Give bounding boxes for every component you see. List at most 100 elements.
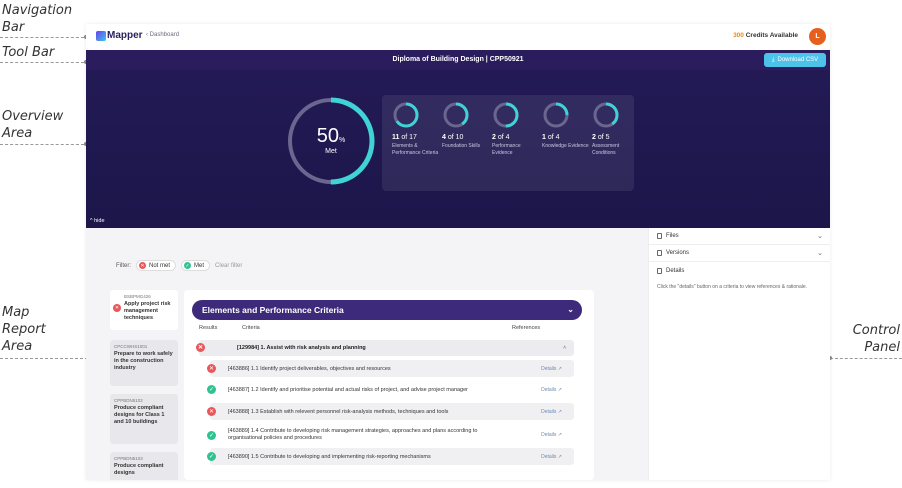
download-csv-label: Download CSV bbox=[777, 57, 819, 63]
stat-value: 2 of 5 bbox=[592, 134, 640, 141]
filter-not-met-chip[interactable]: ✕ Not met bbox=[136, 260, 177, 271]
details-hint: Click the "details" button on a criteria… bbox=[657, 284, 808, 290]
unit-item-bsbpmg426[interactable]: ✕ BSBPMG426 Apply project risk managemen… bbox=[110, 290, 178, 330]
annotation-navigation-bar: Navigation Bar bbox=[2, 2, 78, 36]
annotation-tool-bar: Tool Bar bbox=[2, 45, 55, 60]
stat-ring bbox=[593, 102, 619, 128]
stat-of: of 4 bbox=[547, 134, 560, 141]
column-criteria: Criteria bbox=[242, 325, 260, 331]
details-heading: Details bbox=[666, 267, 685, 274]
hide-label: hide bbox=[94, 218, 105, 224]
unit-name: Prepare to work safely in the constructi… bbox=[114, 351, 173, 371]
criteria-row: ✓ [463887] 1.2 Identify and prioritise p… bbox=[207, 381, 574, 398]
stat-ring bbox=[393, 102, 419, 128]
stat-value: 4 of 10 bbox=[442, 134, 490, 141]
overall-percent: 50% bbox=[286, 125, 376, 148]
details-label: Details bbox=[541, 408, 557, 415]
element-heading-text: [129984] 1. Assist with risk analysis an… bbox=[237, 345, 366, 351]
criteria-row: ✓ [463890] 1.5 Contribute to developing … bbox=[207, 448, 574, 465]
credits-label: Credits Available bbox=[745, 32, 798, 39]
stat-of: of 17 bbox=[401, 134, 417, 141]
met-icon: ✓ bbox=[207, 452, 216, 461]
chevron-up-icon: ˄ bbox=[563, 345, 566, 351]
stat-knowledge-evidence: 1 of 4 Knowledge Evidence bbox=[542, 101, 590, 150]
stat-performance-evidence: 2 of 4 Performance Evidence bbox=[492, 101, 540, 156]
qualification-title: Diploma of Building Design | CPP50921 bbox=[392, 56, 524, 63]
breadcrumb[interactable]: ‹ Dashboard bbox=[146, 32, 179, 38]
element-heading[interactable]: ✕ [129984] 1. Assist with risk analysis … bbox=[196, 340, 574, 356]
stats-panel: 11 of 17 Elements & Performance Criteria… bbox=[382, 95, 634, 191]
stat-ring bbox=[443, 102, 469, 128]
section-title: Elements and Performance Criteria bbox=[202, 305, 344, 315]
details-link[interactable]: Details ↗ bbox=[541, 366, 562, 372]
external-link-icon: ↗ bbox=[557, 432, 562, 438]
clear-filter-link[interactable]: Clear filter bbox=[215, 263, 242, 269]
overall-percent-unit: % bbox=[339, 137, 346, 144]
overall-label: 50% Met bbox=[286, 125, 376, 155]
stat-of: of 10 bbox=[447, 134, 464, 141]
stat-met: 2 bbox=[492, 134, 496, 141]
annotation-line bbox=[0, 62, 84, 63]
download-icon: ⤓ bbox=[771, 56, 775, 63]
details-label: Details bbox=[541, 365, 557, 372]
filter-bar: Filter: ✕ Not met ✓ Met Clear filter bbox=[116, 260, 242, 271]
check-icon: ✓ bbox=[184, 262, 192, 269]
criteria-text: [463886] 1.1 Identify project deliverabl… bbox=[228, 365, 391, 372]
unit-item-cppbdn5103[interactable]: CPPBDN5103 Produce compliant designs bbox=[110, 452, 178, 480]
credits-indicator: 300 Credits Available bbox=[733, 32, 798, 39]
annotation-map-report-area: Map Report Area bbox=[2, 305, 46, 354]
unit-code: BSBPMG426 bbox=[124, 294, 151, 299]
details-link[interactable]: Details ↗ bbox=[541, 387, 562, 393]
unit-item-cpccwhs1001[interactable]: CPCCWHS1001 Prepare to work safely in th… bbox=[110, 340, 178, 386]
column-references: References bbox=[512, 325, 541, 331]
unit-name: Produce compliant designs bbox=[114, 463, 164, 476]
details-link[interactable]: Details ↗ bbox=[541, 454, 562, 460]
details-label: Details bbox=[541, 432, 557, 438]
section-header-elements-performance-criteria[interactable]: Elements and Performance Criteria ⌄ bbox=[192, 300, 582, 320]
annotation-text: Navigation Bar bbox=[2, 3, 73, 35]
column-results: Results bbox=[199, 325, 218, 331]
not-met-icon: ✕ bbox=[113, 304, 121, 312]
criteria-row: ✕ [463888] 1.3 Establish with relevent p… bbox=[207, 403, 574, 420]
filter-met-label: Met bbox=[194, 262, 205, 269]
stat-value: 1 of 4 bbox=[542, 134, 590, 141]
stat-met: 2 bbox=[592, 134, 596, 141]
unit-name: Apply project risk management techniques bbox=[124, 301, 171, 321]
breadcrumb-dashboard: Dashboard bbox=[149, 32, 180, 38]
credits-count: 300 bbox=[733, 32, 744, 39]
chevron-up-icon: ^ bbox=[90, 218, 93, 224]
unit-code: CPPBDN5102 bbox=[114, 398, 143, 403]
files-label: Files bbox=[666, 233, 679, 239]
overall-percent-value: 50 bbox=[316, 125, 339, 147]
files-section-toggle[interactable]: Files ⌄ bbox=[649, 228, 830, 245]
not-met-icon: ✕ bbox=[196, 343, 205, 352]
hide-overview-toggle[interactable]: ^ hide bbox=[90, 218, 105, 224]
met-icon: ✓ bbox=[207, 430, 216, 440]
avatar[interactable]: L bbox=[809, 28, 826, 45]
details-section: Details bbox=[649, 262, 830, 279]
close-icon: ✕ bbox=[139, 262, 146, 269]
stat-ring bbox=[543, 102, 569, 128]
stat-of: of 5 bbox=[597, 134, 610, 141]
download-csv-button[interactable]: ⤓ Download CSV bbox=[764, 53, 826, 67]
details-link[interactable]: Details ↗ bbox=[541, 409, 562, 415]
control-panel: Files ⌄ Versions ⌄ Details Click the "de… bbox=[648, 228, 830, 480]
not-met-icon: ✕ bbox=[207, 364, 216, 373]
details-label: Details bbox=[541, 386, 557, 393]
stat-of: of 4 bbox=[497, 134, 510, 141]
map-report-area: Filter: ✕ Not met ✓ Met Clear filter ✕ B… bbox=[86, 228, 648, 480]
stat-label: Foundation Skills bbox=[442, 143, 481, 149]
details-icon bbox=[657, 267, 662, 274]
details-link[interactable]: Details ↗ bbox=[541, 432, 562, 438]
versions-section-toggle[interactable]: Versions ⌄ bbox=[649, 245, 830, 262]
criteria-row: ✕ [463886] 1.1 Identify project delivera… bbox=[207, 360, 574, 377]
versions-icon bbox=[657, 250, 662, 256]
unit-item-cppbdn5102[interactable]: CPPBDN5102 Produce compliant designs for… bbox=[110, 394, 178, 444]
annotation-control-panel: Control Panel bbox=[852, 323, 900, 355]
stat-label: Elements & Performance Criteria bbox=[392, 143, 439, 156]
criteria-text: [463890] 1.5 Contribute to developing an… bbox=[228, 453, 431, 460]
filter-met-chip[interactable]: ✓ Met bbox=[181, 260, 211, 271]
criteria-text: [463888] 1.3 Establish with relevent per… bbox=[228, 408, 449, 415]
logo[interactable]: Mapper bbox=[96, 30, 143, 41]
filter-not-met-label: Not met bbox=[149, 262, 171, 269]
